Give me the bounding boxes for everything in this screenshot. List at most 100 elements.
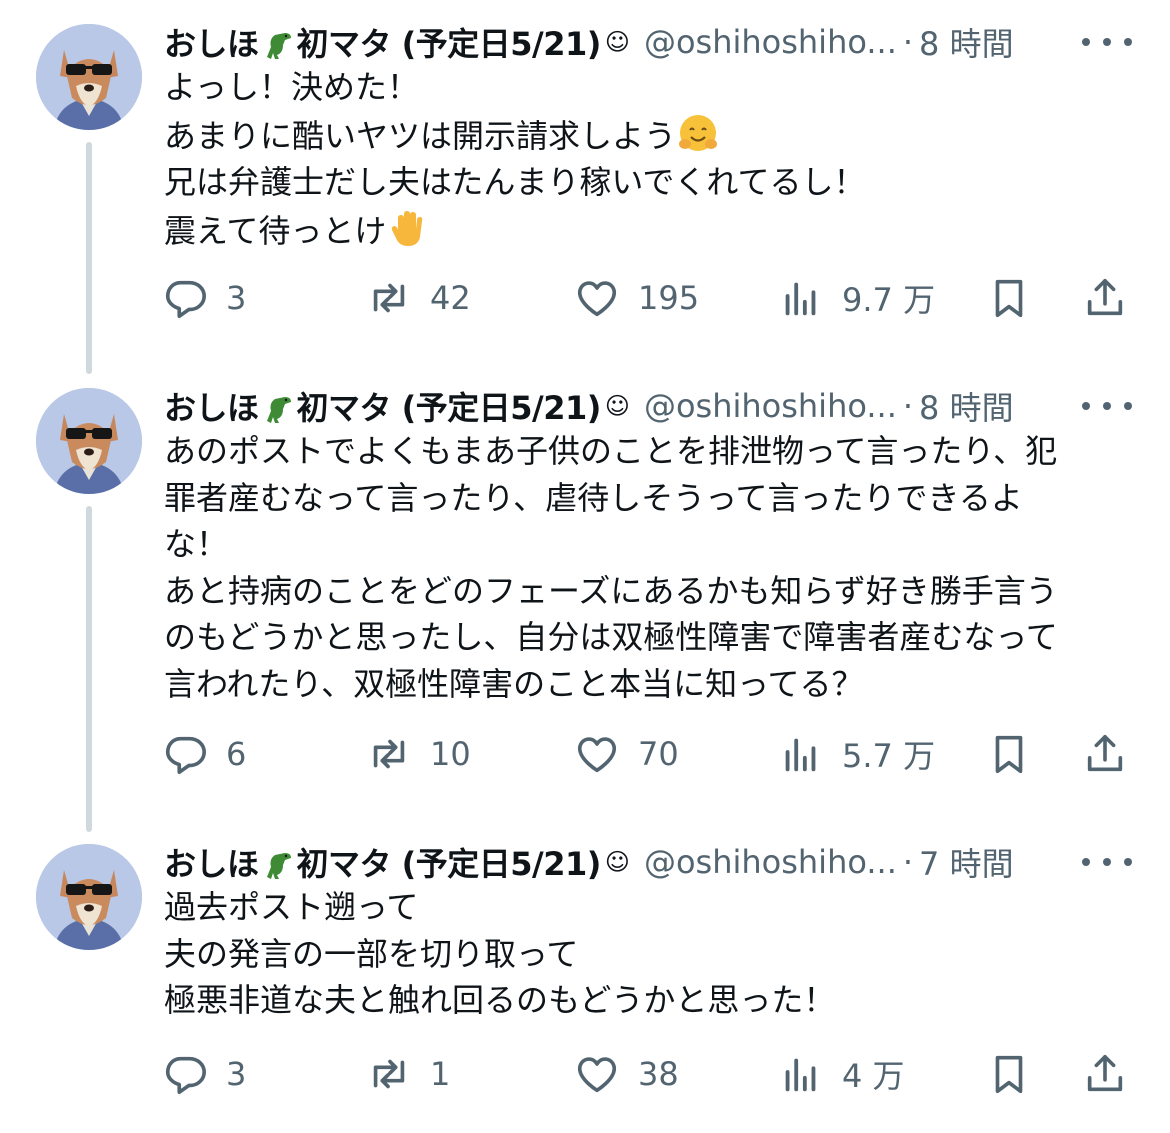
repost-icon bbox=[373, 739, 405, 769]
tweet-line: 震えて待っとけ bbox=[164, 206, 1124, 255]
repost-icon bbox=[373, 1059, 405, 1089]
repost-button[interactable]: 10 bbox=[366, 724, 471, 784]
share-icon bbox=[1087, 1054, 1123, 1092]
status-emoji: ☺ bbox=[604, 28, 630, 56]
more-icon[interactable] bbox=[1082, 842, 1132, 882]
fox-avatar-icon bbox=[36, 844, 142, 950]
tweet-text: あのポストでよくもまあ子供のことを排泄物って言ったり、犯 罪者産むなって言ったり… bbox=[164, 428, 1124, 707]
separator-dot: · bbox=[902, 387, 914, 425]
view-count: 9.7 万 bbox=[842, 281, 936, 319]
bookmark-button[interactable] bbox=[986, 268, 1032, 328]
thread-connector-line bbox=[86, 142, 92, 374]
t-rex-icon bbox=[266, 33, 291, 59]
tweet-header: おしほ 初マタ (予定日5/21) ☺ @oshihoshiho... · 7 時… bbox=[164, 840, 1014, 884]
repost-button[interactable]: 1 bbox=[366, 1044, 450, 1104]
tweet-text: よっし！決めた！ あまりに酷いヤツは開示請求しよう 兄は弁護士だし夫はたんまり稼… bbox=[164, 64, 1124, 254]
tweet-text: 過去ポスト遡って 夫の発言の一部を切り取って 極悪非道な夫と触れ回るのもどうかと… bbox=[164, 884, 1124, 1024]
tweet-line: 極悪非道な夫と触れ回るのもどうかと思った！ bbox=[164, 981, 836, 1019]
tweet-actions: 3 42 195 9.7 万 bbox=[0, 268, 1170, 328]
share-button[interactable] bbox=[1082, 1044, 1128, 1104]
like-count: 38 bbox=[638, 1055, 679, 1093]
handle[interactable]: @oshihoshiho... bbox=[644, 843, 897, 881]
display-name[interactable]: おしほ 初マタ (予定日5/21) bbox=[164, 19, 601, 65]
like-icon bbox=[577, 737, 617, 773]
thread-feed: おしほ 初マタ (予定日5/21) ☺ @oshihoshiho... · 8 時… bbox=[0, 0, 1170, 1133]
timestamp[interactable]: 8 時間 bbox=[919, 19, 1014, 65]
tweet-line: 兄は弁護士だし夫はたんまり稼いでくれてるし！ bbox=[164, 163, 866, 201]
tweet-line: な！ bbox=[164, 525, 229, 563]
repost-count: 1 bbox=[430, 1055, 451, 1093]
hugging-face-icon bbox=[679, 114, 718, 151]
bookmark-icon bbox=[995, 735, 1023, 774]
reply-count: 3 bbox=[226, 1055, 247, 1093]
more-icon[interactable] bbox=[1082, 22, 1132, 62]
like-icon bbox=[577, 1057, 617, 1093]
tweet-line: あと持病のことをどのフェーズにあるかも知らず好き勝手言う bbox=[164, 571, 1058, 610]
separator-dot: · bbox=[902, 843, 914, 881]
bookmark-button[interactable] bbox=[986, 1044, 1032, 1104]
status-emoji: ☺ bbox=[604, 848, 630, 876]
like-count: 195 bbox=[638, 279, 700, 317]
tweet-line: 罪者産むなって言ったり、虐待しそうって言ったりできるよ bbox=[164, 478, 1023, 517]
tweet-line: 夫の発言の一部を切り取って bbox=[164, 934, 579, 973]
tweet-line: 言われたり、双極性障害のこと本当に知ってる？ bbox=[164, 664, 864, 703]
avatar[interactable] bbox=[36, 844, 142, 950]
view-count: 4 万 bbox=[842, 1057, 905, 1095]
tweet-line: 過去ポスト遡って bbox=[164, 888, 419, 926]
views-button[interactable]: 4 万 bbox=[778, 1044, 905, 1104]
reply-button[interactable]: 6 bbox=[162, 724, 246, 784]
share-button[interactable] bbox=[1082, 268, 1128, 328]
repost-icon bbox=[373, 283, 405, 313]
like-button[interactable]: 38 bbox=[574, 1044, 679, 1104]
more-icon[interactable] bbox=[1082, 386, 1132, 426]
avatar[interactable] bbox=[36, 24, 142, 130]
bookmark-button[interactable] bbox=[986, 724, 1032, 784]
tweet-actions: 6 10 70 5.7 万 bbox=[0, 724, 1170, 784]
like-icon bbox=[577, 281, 617, 317]
tweet-line: あまりに酷いヤツは開示請求しよう bbox=[164, 111, 1124, 160]
tweet-line: あのポストでよくもまあ子供のことを排泄物って言ったり、犯 bbox=[164, 432, 1058, 470]
display-name[interactable]: おしほ 初マタ (予定日5/21) bbox=[164, 839, 601, 885]
t-rex-icon bbox=[266, 853, 291, 879]
handle[interactable]: @oshihoshiho... bbox=[644, 23, 897, 61]
bookmark-icon bbox=[995, 279, 1023, 318]
share-icon bbox=[1087, 734, 1123, 772]
reply-button[interactable]: 3 bbox=[162, 268, 246, 328]
repost-button[interactable]: 42 bbox=[366, 268, 471, 328]
raised-hand-icon bbox=[392, 210, 423, 246]
like-button[interactable]: 70 bbox=[574, 724, 679, 784]
repost-count: 42 bbox=[430, 279, 471, 317]
avatar[interactable] bbox=[36, 388, 142, 494]
timestamp[interactable]: 8 時間 bbox=[919, 383, 1014, 429]
fox-avatar-icon bbox=[36, 388, 142, 494]
like-count: 70 bbox=[638, 735, 679, 773]
views-icon bbox=[785, 1058, 816, 1092]
tweet-line: のもどうかと思ったし、自分は双極性障害で障害者産むなって bbox=[164, 618, 1058, 656]
separator-dot: · bbox=[902, 23, 914, 61]
handle[interactable]: @oshihoshiho... bbox=[644, 387, 897, 425]
views-icon bbox=[785, 282, 816, 316]
views-button[interactable]: 9.7 万 bbox=[778, 268, 935, 328]
tweet-actions: 3 1 38 4 万 bbox=[0, 1044, 1170, 1104]
status-emoji: ☺ bbox=[604, 392, 630, 420]
reply-count: 3 bbox=[226, 279, 247, 317]
tweet-line: よっし！決めた！ bbox=[164, 68, 420, 106]
tweet-header: おしほ 初マタ (予定日5/21) ☺ @oshihoshiho... · 8 時… bbox=[164, 20, 1014, 64]
views-button[interactable]: 5.7 万 bbox=[778, 724, 935, 784]
reply-count: 6 bbox=[226, 735, 247, 773]
share-button[interactable] bbox=[1082, 724, 1128, 784]
t-rex-icon bbox=[266, 397, 291, 423]
reply-icon bbox=[165, 1056, 206, 1095]
reply-icon bbox=[165, 280, 206, 319]
share-icon bbox=[1087, 278, 1123, 316]
like-button[interactable]: 195 bbox=[574, 268, 699, 328]
tweet-header: おしほ 初マタ (予定日5/21) ☺ @oshihoshiho... · 8 時… bbox=[164, 384, 1014, 428]
timestamp[interactable]: 7 時間 bbox=[919, 839, 1014, 885]
views-icon bbox=[785, 738, 816, 772]
repost-count: 10 bbox=[430, 735, 471, 773]
display-name[interactable]: おしほ 初マタ (予定日5/21) bbox=[164, 383, 601, 429]
bookmark-icon bbox=[995, 1055, 1023, 1094]
reply-button[interactable]: 3 bbox=[162, 1044, 246, 1104]
view-count: 5.7 万 bbox=[842, 737, 936, 775]
fox-avatar-icon bbox=[36, 24, 142, 130]
